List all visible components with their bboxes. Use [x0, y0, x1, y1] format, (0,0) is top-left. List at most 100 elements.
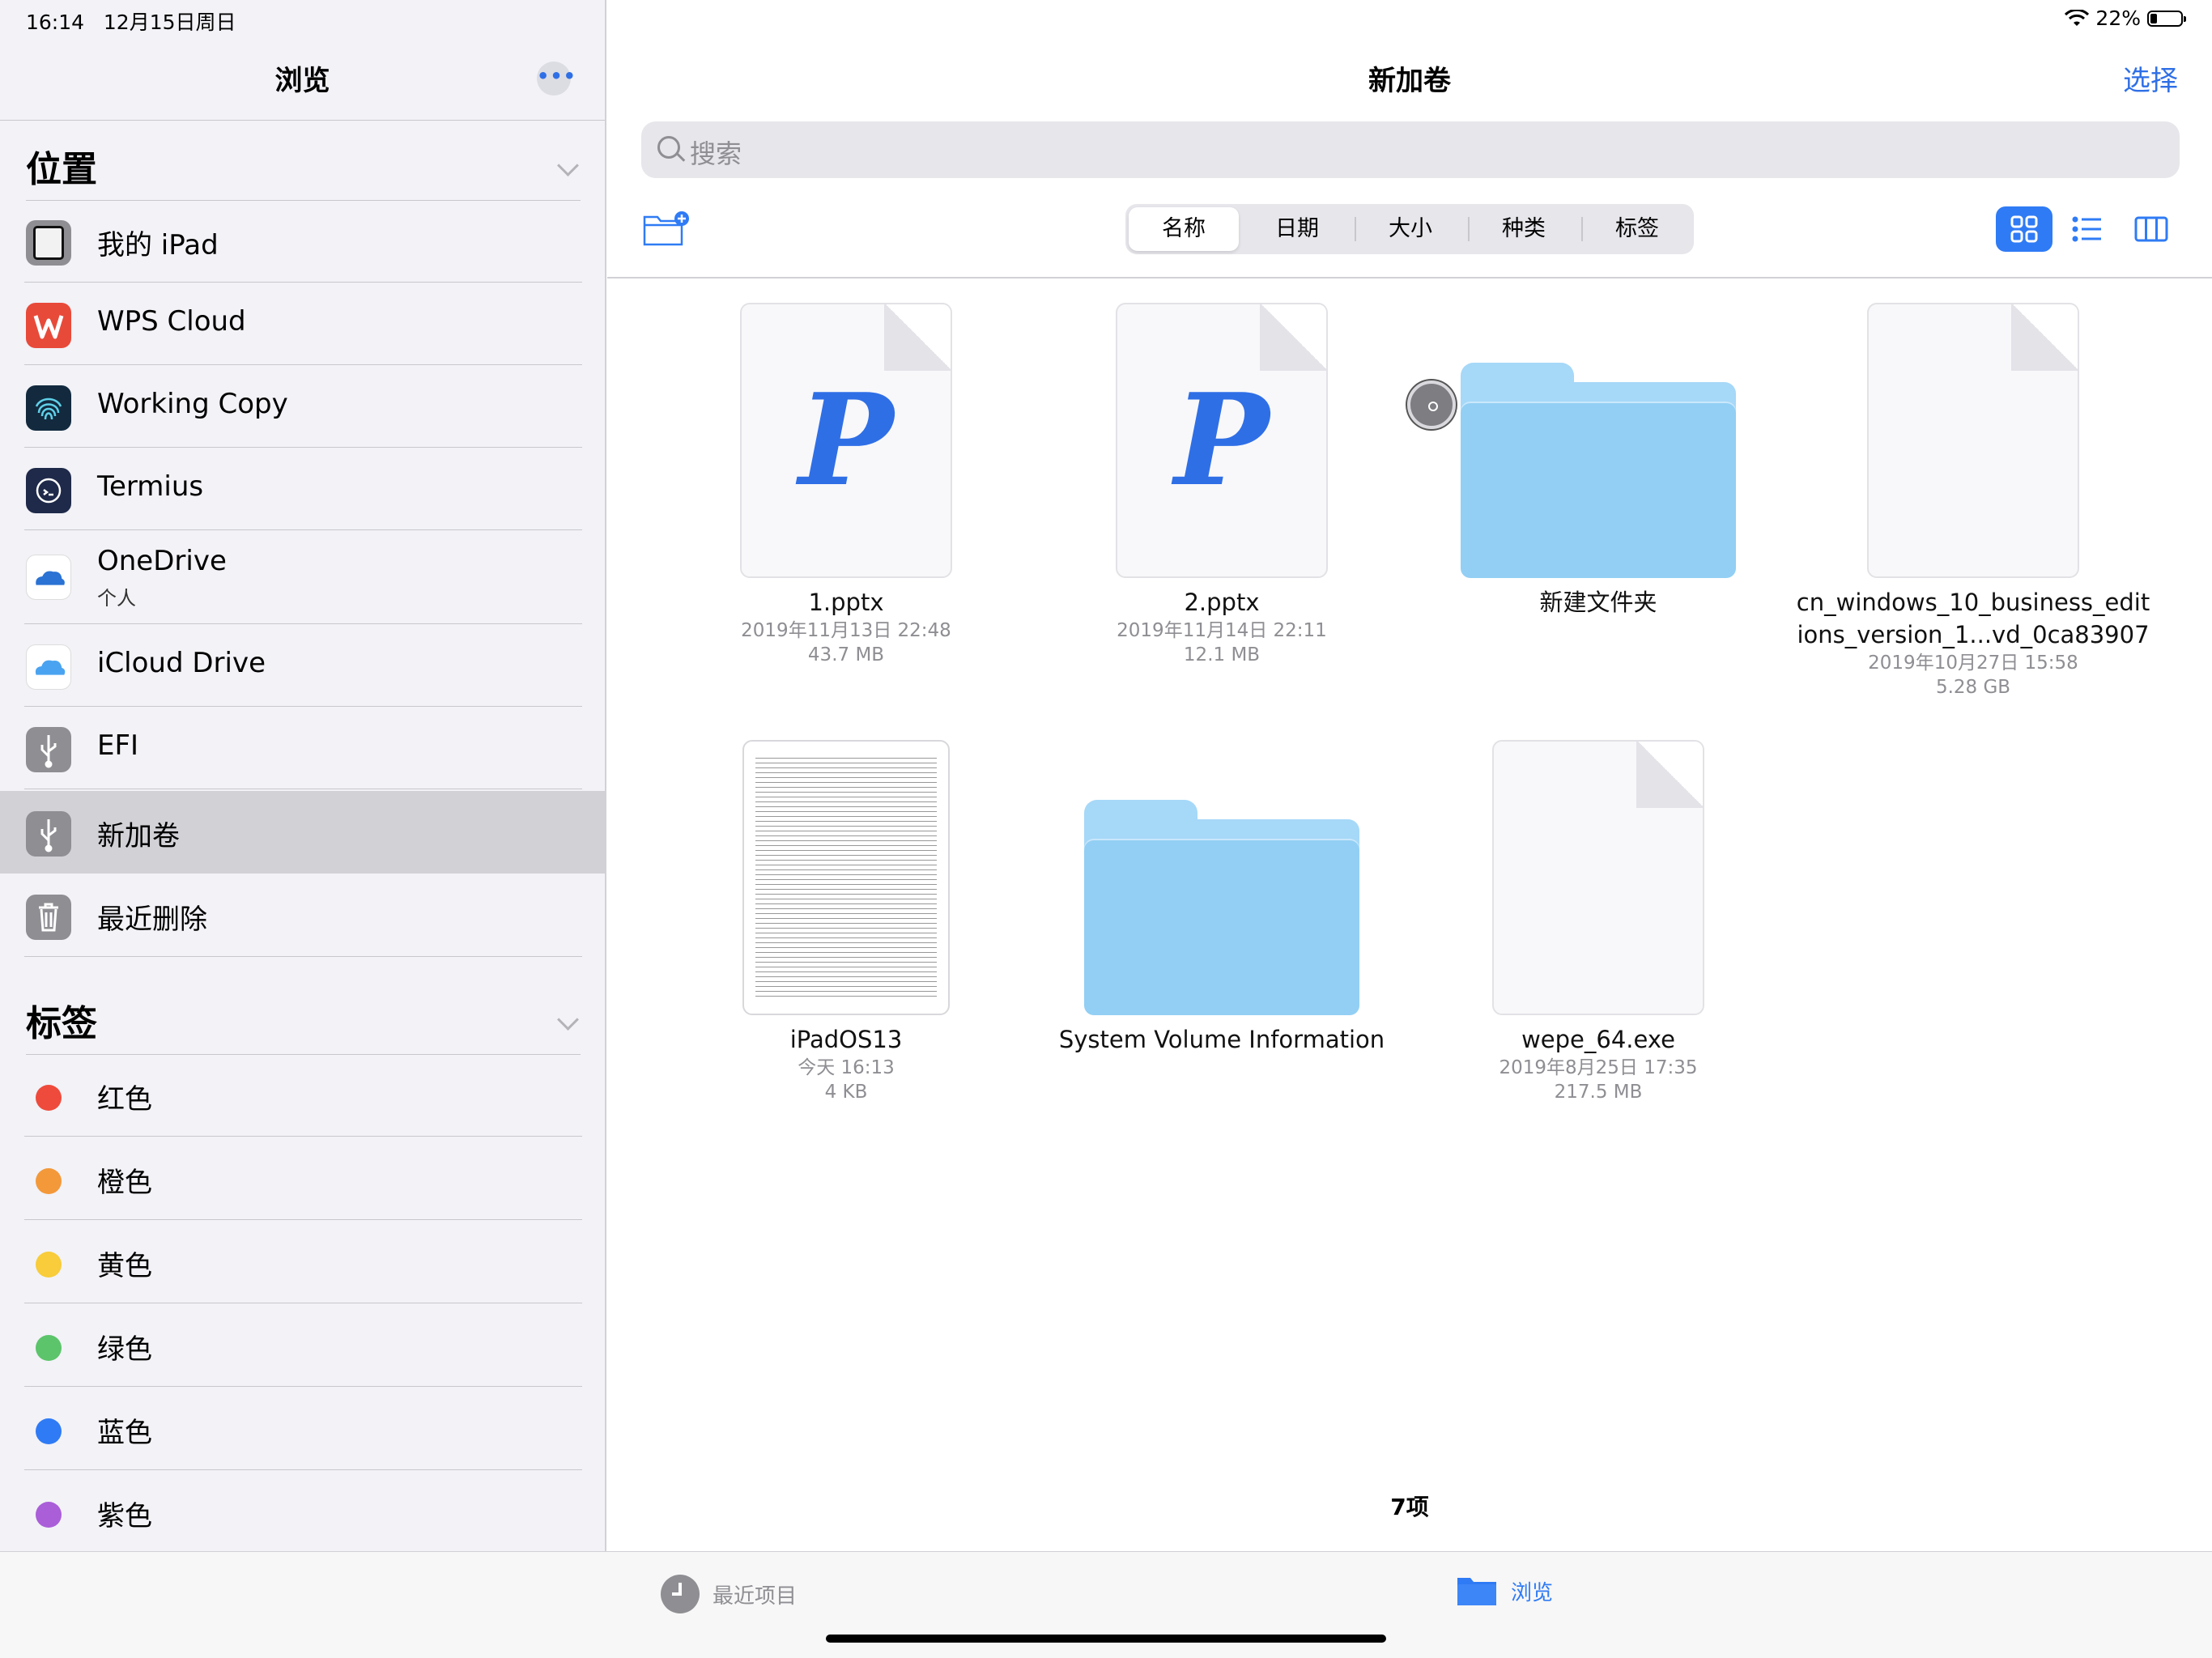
more-button[interactable]: ••• — [537, 62, 576, 96]
sidebar-item-termius[interactable]: Termius — [0, 448, 606, 530]
sidebar-tag-yellow[interactable]: 黄色 — [0, 1221, 606, 1303]
tags-header-label: 标签 — [26, 1003, 97, 1044]
sidebar-item-recently-deleted[interactable]: 最近删除 — [0, 874, 606, 957]
folder-item[interactable]: 新建文件夹 — [1428, 586, 1768, 619]
list-icon — [2072, 216, 2101, 242]
tab-browse[interactable]: 浏览 — [1456, 1575, 1553, 1607]
chevron-down-icon[interactable] — [557, 1009, 579, 1031]
sidebar-item-label: Termius — [97, 470, 204, 503]
chevron-down-icon[interactable] — [557, 155, 579, 176]
grid-icon — [2010, 215, 2038, 243]
pptx-file-icon[interactable]: P — [1116, 303, 1328, 578]
clock-icon — [661, 1575, 700, 1613]
locations-section-header[interactable]: 位置 — [26, 125, 581, 201]
folder-icon[interactable] — [1461, 363, 1736, 578]
pointer-cursor — [1407, 380, 1456, 429]
usb-icon — [26, 727, 71, 772]
sidebar-item-new-volume[interactable]: 新加卷 — [0, 791, 606, 874]
file-item[interactable]: 1.pptx 2019年11月13日 22:48 43.7 MB — [676, 586, 1016, 667]
sidebar-title: 浏览 — [274, 65, 330, 97]
sidebar-item-label: OneDrive — [97, 545, 227, 577]
folder-icon — [1457, 1578, 1496, 1605]
list-view-button[interactable] — [2059, 206, 2116, 252]
wifi-icon — [2065, 9, 2090, 26]
file-item[interactable]: 2.pptx 2019年11月14日 22:11 12.1 MB — [1052, 586, 1392, 667]
sort-segmented-control: 名称 日期 大小 种类 标签 — [1125, 204, 1694, 254]
sidebar-item-efi[interactable]: EFI — [0, 707, 606, 789]
trash-icon — [26, 895, 71, 940]
generic-file-icon[interactable] — [1867, 303, 2079, 578]
status-bar: 16:14 12月15日周日 22% — [0, 0, 2212, 39]
sidebar-tag-green[interactable]: 绿色 — [0, 1304, 606, 1387]
battery-percent: 22% — [2095, 6, 2141, 30]
select-button[interactable]: 选择 — [2123, 58, 2178, 98]
sidebar-item-wps-cloud[interactable]: WPS Cloud — [0, 283, 606, 365]
sidebar-item-label: 橙色 — [97, 1167, 152, 1199]
sidebar-item-label: 紫色 — [97, 1500, 152, 1533]
sidebar-tag-orange[interactable]: 橙色 — [0, 1137, 606, 1220]
new-folder-button[interactable] — [643, 210, 689, 246]
grid-view-button[interactable] — [1996, 206, 2052, 252]
sidebar-item-sublabel: 个人 — [97, 587, 136, 610]
onedrive-icon — [26, 555, 71, 600]
tags-section-header[interactable]: 标签 — [26, 980, 581, 1055]
sort-by-tag[interactable]: 标签 — [1582, 207, 1692, 251]
orange-tag-dot — [36, 1168, 62, 1194]
item-count: 7项 — [1390, 1494, 1429, 1520]
search-placeholder: 搜索 — [690, 138, 742, 169]
sort-by-date[interactable]: 日期 — [1242, 207, 1352, 251]
folder-item[interactable]: System Volume Information — [1019, 1023, 1424, 1056]
file-item[interactable]: cn_windows_10_business_edit ions_version… — [1771, 586, 2176, 699]
page-title: 新加卷 — [1368, 65, 1451, 97]
sidebar-item-label: 黄色 — [97, 1250, 152, 1282]
sidebar: 浏览 ••• 位置 我的 iPad WPS Cloud Working Copy — [0, 0, 606, 1551]
blue-tag-dot — [36, 1418, 62, 1444]
new-folder-icon — [643, 211, 689, 246]
columns-icon — [2134, 216, 2168, 242]
battery-icon — [2147, 10, 2186, 27]
purple-tag-dot — [36, 1502, 62, 1528]
status-date: 12月15日周日 — [103, 11, 236, 34]
termius-icon — [26, 468, 71, 513]
icloud-icon — [26, 644, 71, 690]
sidebar-tag-purple[interactable]: 紫色 — [0, 1471, 606, 1554]
sidebar-tag-red[interactable]: 红色 — [0, 1054, 606, 1137]
column-view-button[interactable] — [2123, 206, 2180, 252]
locations-header-label: 位置 — [26, 149, 97, 190]
status-time: 16:14 12月15日周日 — [26, 11, 236, 34]
sidebar-item-label: 我的 iPad — [97, 229, 219, 261]
sort-by-size[interactable]: 大小 — [1355, 207, 1465, 251]
sidebar-item-my-ipad[interactable]: 我的 iPad — [0, 200, 606, 283]
pptx-file-icon[interactable]: P — [740, 303, 952, 578]
sidebar-item-label: 新加卷 — [97, 820, 180, 852]
green-tag-dot — [36, 1335, 62, 1361]
usb-icon — [26, 811, 71, 857]
file-item[interactable]: iPadOS13 今天 16:13 4 KB — [676, 1023, 1016, 1104]
sidebar-item-label: Working Copy — [97, 388, 288, 420]
sidebar-item-label: EFI — [97, 729, 139, 762]
sidebar-item-label: 红色 — [97, 1083, 152, 1116]
sidebar-item-onedrive[interactable]: OneDrive 个人 — [0, 530, 606, 624]
sidebar-item-icloud-drive[interactable]: iCloud Drive — [0, 624, 606, 707]
yellow-tag-dot — [36, 1252, 62, 1278]
main-content: 新加卷 选择 搜索 名称 日期 大小 种类 标签 P 1.pptx 2019年1… — [607, 0, 2212, 1551]
sidebar-item-label: 最近删除 — [97, 903, 207, 936]
sidebar-item-label: WPS Cloud — [97, 305, 246, 338]
tab-recents-label: 最近项目 — [713, 1584, 798, 1609]
generic-file-icon[interactable] — [1492, 740, 1704, 1015]
sidebar-item-label: 蓝色 — [97, 1417, 152, 1449]
sidebar-item-working-copy[interactable]: Working Copy — [0, 365, 606, 448]
tab-recents[interactable]: 最近项目 — [661, 1575, 797, 1613]
ipad-icon — [26, 220, 71, 266]
red-tag-dot — [36, 1085, 62, 1111]
file-item[interactable]: wepe_64.exe 2019年8月25日 17:35 217.5 MB — [1428, 1023, 1768, 1104]
sidebar-tag-blue[interactable]: 蓝色 — [0, 1388, 606, 1470]
sort-by-name[interactable]: 名称 — [1129, 207, 1239, 251]
sidebar-nav-bar: 浏览 ••• — [0, 39, 605, 121]
folder-icon[interactable] — [1084, 800, 1359, 1015]
fingerprint-icon — [26, 385, 71, 431]
text-document-thumbnail[interactable] — [742, 740, 950, 1015]
search-input[interactable]: 搜索 — [641, 121, 2180, 178]
search-icon — [657, 136, 680, 159]
sort-by-kind[interactable]: 种类 — [1469, 207, 1579, 251]
